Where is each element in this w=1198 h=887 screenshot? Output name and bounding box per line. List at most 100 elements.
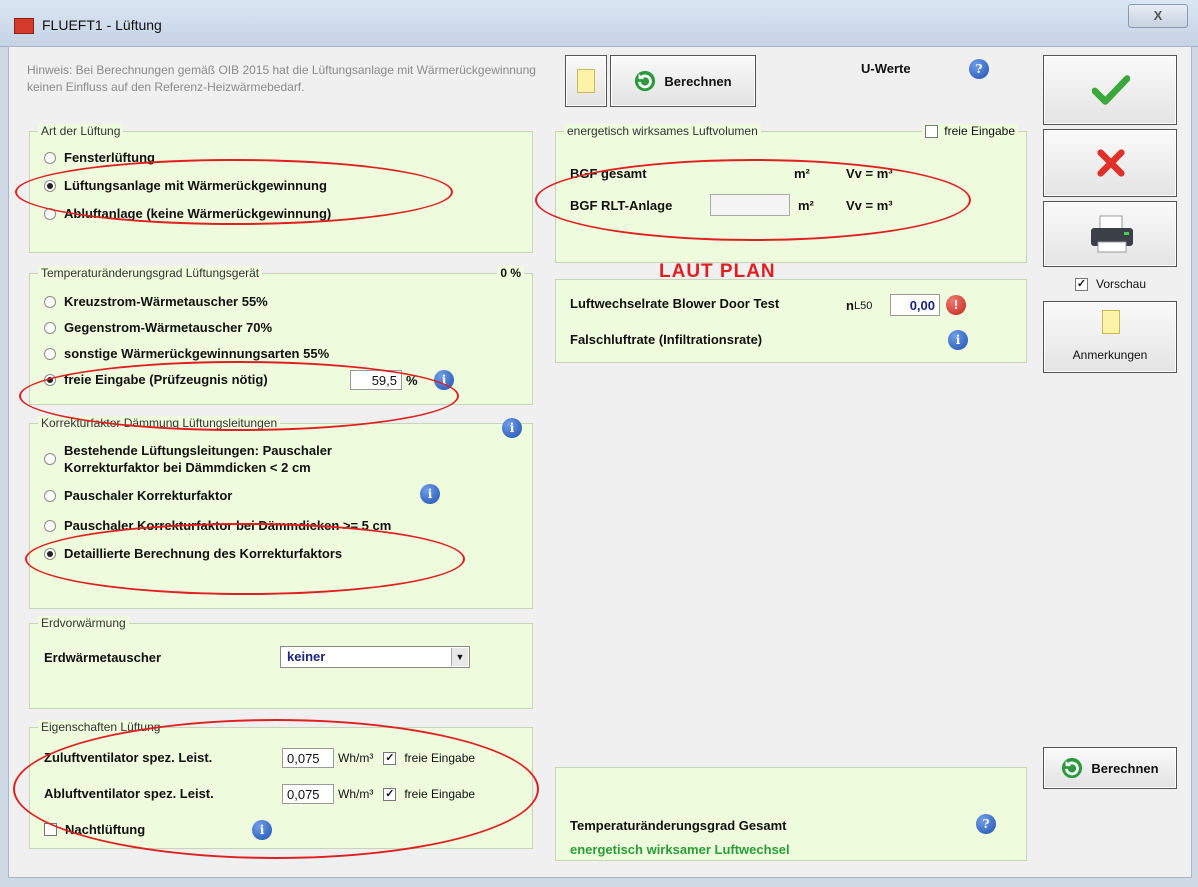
title-bar: FLUEFT1 - Lüftung X: [0, 0, 1198, 47]
bgf-gesamt-label: BGF gesamt: [570, 166, 647, 181]
anmerkungen-label: Anmerkungen: [1072, 348, 1148, 362]
bgf-rlt-unit: m²: [798, 198, 814, 213]
bgf-rlt-label: BGF RLT-Anlage: [570, 198, 673, 213]
luftwechsel-group: Luftwechselrate Blower Door Test n L50 0,…: [555, 279, 1027, 363]
temp-value: 0 %: [497, 266, 524, 280]
hint-text: Hinweis: Bei Berechnungen gemäß OIB 2015…: [27, 63, 536, 94]
zuluft-unit: Wh/m³: [338, 751, 374, 765]
berechnen-bottom-button[interactable]: Berechnen: [1043, 747, 1177, 789]
n-l50-input[interactable]: 0,00: [890, 294, 940, 316]
zuluft-freie-label: freie Eingabe: [404, 751, 476, 765]
erd-label: Erdwärmetauscher: [44, 650, 162, 665]
checkmark-icon: [1092, 75, 1130, 105]
art-title: Art der Lüftung: [38, 124, 124, 138]
korr-option-pauschal[interactable]: Pauschaler Korrekturfaktor: [44, 488, 232, 503]
korr-pauschal-info-icon[interactable]: i: [420, 484, 440, 504]
radio-icon[interactable]: [44, 295, 56, 308]
zuluft-freie-checkbox[interactable]: ✓: [383, 751, 397, 765]
u-werte-help-icon[interactable]: ?: [969, 59, 989, 79]
cancel-button[interactable]: [1043, 129, 1177, 197]
zuluft-input[interactable]: 0,075: [282, 748, 334, 768]
window-title: FLUEFT1 - Lüftung: [42, 17, 162, 33]
temp-option-kreuzstrom[interactable]: Kreuzstrom-Wärmetauscher 55%: [44, 294, 268, 309]
luftvolumen-group: energetisch wirksames Luftvolumen freie …: [555, 124, 1027, 263]
n-l50-label: n L50: [846, 298, 873, 313]
erdvorwaermung-group: Erdvorwärmung Erdwärmetauscher keiner ▼: [29, 616, 533, 709]
abluft-freie-checkbox[interactable]: ✓: [383, 787, 397, 801]
nachtlueftung-checkbox[interactable]: [44, 823, 57, 836]
korr-info-icon[interactable]: i: [502, 418, 522, 438]
korrekturfaktor-group: Korrekturfaktor Dämmung Lüftungsleitunge…: [29, 416, 533, 609]
falschluft-label: Falschluftrate (Infiltrationsrate): [570, 332, 763, 347]
volumen-title: energetisch wirksames Luftvolumen: [564, 124, 761, 138]
close-icon: [1097, 149, 1125, 177]
print-button[interactable]: [1043, 201, 1177, 267]
zuluft-row: 0,075 Wh/m³ ✓ freie Eingabe: [282, 748, 475, 768]
temp-option-freie-eingabe[interactable]: freie Eingabe (Prüfzeugnis nötig): [44, 372, 268, 387]
radio-icon[interactable]: [44, 347, 56, 360]
refresh-icon: [635, 70, 656, 92]
berechnen-bottom-label: Berechnen: [1091, 760, 1159, 776]
radio-icon[interactable]: [44, 207, 56, 220]
art-option-abluft[interactable]: Abluftanlage (keine Wärmerückgewinnung): [44, 206, 331, 221]
abluft-input[interactable]: 0,075: [282, 784, 334, 804]
bgf-gesamt-unit: m²: [794, 166, 810, 181]
dialog-client: Hinweis: Bei Berechnungen gemäß OIB 2015…: [8, 46, 1192, 878]
eigenschaften-group: Eigenschaften Lüftung Zuluftventilator s…: [29, 720, 533, 849]
radio-icon[interactable]: [44, 151, 56, 164]
art-option-fenster[interactable]: Fensterlüftung: [44, 150, 155, 165]
temp-unit: %: [406, 372, 418, 388]
vorschau-row[interactable]: ✓ Vorschau: [1075, 277, 1146, 291]
radio-selected-icon[interactable]: [44, 547, 56, 560]
temp-info-icon[interactable]: i: [434, 370, 454, 390]
vv-rlt: Vv = m³: [846, 198, 893, 213]
refresh-icon: [1062, 757, 1083, 779]
radio-icon[interactable]: [44, 519, 56, 532]
radio-selected-icon[interactable]: [44, 373, 56, 386]
radio-selected-icon[interactable]: [44, 179, 56, 192]
temp-option-gegenstrom[interactable]: Gegenstrom-Wärmetauscher 70%: [44, 320, 272, 335]
erdwaermetauscher-select[interactable]: keiner ▼: [280, 646, 470, 668]
ok-button[interactable]: [1043, 55, 1177, 125]
berechnen-top-button[interactable]: Berechnen: [610, 55, 756, 107]
temp-input-row: 59,5 %: [350, 370, 418, 390]
art-option-wrg[interactable]: Lüftungsanlage mit Wärmerückgewinnung: [44, 178, 327, 193]
luftwechsel-gesamt-label: energetisch wirksamer Luftwechsel: [570, 842, 790, 857]
korr-option-detailliert[interactable]: Detaillierte Berechnung des Korrekturfak…: [44, 546, 342, 561]
vorschau-checkbox[interactable]: ✓: [1075, 277, 1088, 291]
erd-select-value: keiner: [287, 649, 326, 664]
temp-freie-eingabe-input[interactable]: 59,5: [350, 370, 402, 390]
note-button[interactable]: [565, 55, 607, 107]
note-icon: [577, 69, 595, 93]
nachtlueftung-row[interactable]: Nachtlüftung: [44, 822, 145, 837]
berechnen-top-label: Berechnen: [664, 73, 732, 89]
n-l50-warning-icon[interactable]: !: [946, 295, 966, 315]
note-icon: [1102, 310, 1120, 334]
chevron-down-icon[interactable]: ▼: [451, 648, 468, 666]
anmerkungen-button[interactable]: Anmerkungen: [1043, 301, 1177, 373]
volumen-freie-row[interactable]: freie Eingabe: [922, 124, 1018, 138]
volumen-freie-checkbox[interactable]: [925, 124, 939, 138]
korr-title: Korrekturfaktor Dämmung Lüftungsleitunge…: [38, 416, 281, 430]
radio-icon[interactable]: [44, 321, 56, 334]
korr-option-pauschal-5cm[interactable]: Pauschaler Korrekturfaktor bei Dämmdicke…: [44, 518, 391, 533]
korr-option-bestehend[interactable]: Bestehende Lüftungsleitungen: Pauschaler…: [44, 442, 332, 476]
abluft-row: 0,075 Wh/m³ ✓ freie Eingabe: [282, 784, 475, 804]
printer-icon: [1091, 215, 1133, 253]
abluft-label: Abluftventilator spez. Leist.: [44, 786, 214, 801]
erd-title: Erdvorwärmung: [38, 616, 129, 630]
zuluft-label: Zuluftventilator spez. Leist.: [44, 750, 213, 765]
gesamt-help-icon[interactable]: ?: [976, 814, 996, 834]
abluft-freie-label: freie Eingabe: [404, 787, 476, 801]
falschluft-info-icon[interactable]: i: [948, 330, 968, 350]
close-button[interactable]: X: [1128, 4, 1188, 28]
radio-icon[interactable]: [44, 489, 56, 502]
temp-title: Temperaturänderungsgrad Lüftungsgerät: [38, 266, 263, 280]
temp-option-sonstige[interactable]: sonstige Wärmerückgewinnungsarten 55%: [44, 346, 329, 361]
app-icon: [14, 18, 34, 34]
radio-icon[interactable]: [44, 453, 56, 465]
nacht-info-icon[interactable]: i: [252, 820, 272, 840]
vv-gesamt: Vv = m³: [846, 166, 893, 181]
bgf-rlt-input[interactable]: [710, 194, 790, 216]
abluft-unit: Wh/m³: [338, 787, 374, 801]
